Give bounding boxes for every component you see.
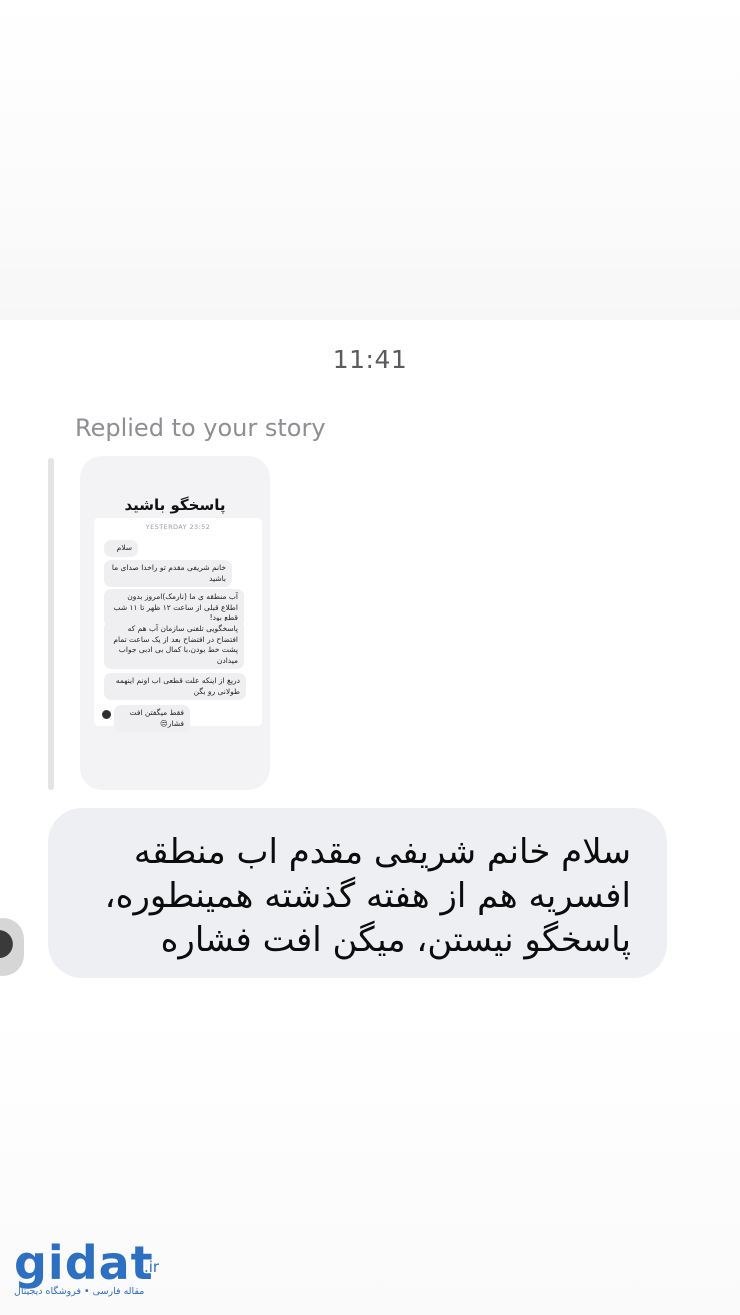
watermark-tld: .ir (144, 1258, 160, 1276)
message-text: سلام خانم شریفی مقدم اب منطقه افسریه هم … (104, 832, 631, 960)
sender-avatar[interactable] (0, 918, 24, 976)
story-message: سلام (104, 540, 138, 557)
replied-to-story-label: Replied to your story (75, 414, 326, 442)
message-timestamp: 11:41 (332, 345, 408, 374)
top-background (0, 0, 740, 320)
watermark: gidat .ir مقاله فارسی • فروشگاه دیجیتال (14, 1238, 184, 1308)
story-avatar (102, 710, 111, 719)
story-message: پاسخگویی تلفنی سازمان آب هم که افتضاح در… (104, 621, 244, 669)
story-message: خانم شریفی مقدم تو راخدا صدای ما باشید (104, 560, 232, 587)
message-bubble[interactable]: سلام خانم شریفی مقدم اب منطقه افسریه هم … (48, 808, 667, 978)
story-header-time: YESTERDAY 23:52 (145, 523, 211, 531)
story-screenshot: YESTERDAY 23:52 سلام خانم شریفی مقدم تو … (94, 518, 262, 732)
reply-indicator-bar (48, 458, 54, 790)
story-title: پاسخگو باشید (124, 496, 226, 514)
story-message: فقط میگفتن افت فشار😒 (114, 705, 190, 732)
watermark-subtitle: مقاله فارسی • فروشگاه دیجیتال (14, 1286, 145, 1297)
story-preview[interactable]: پاسخگو باشید YESTERDAY 23:52 سلام خانم ش… (80, 456, 270, 790)
story-message: دریغ از اینکه علت قطعی اب اونم اینهمه طو… (104, 673, 246, 700)
